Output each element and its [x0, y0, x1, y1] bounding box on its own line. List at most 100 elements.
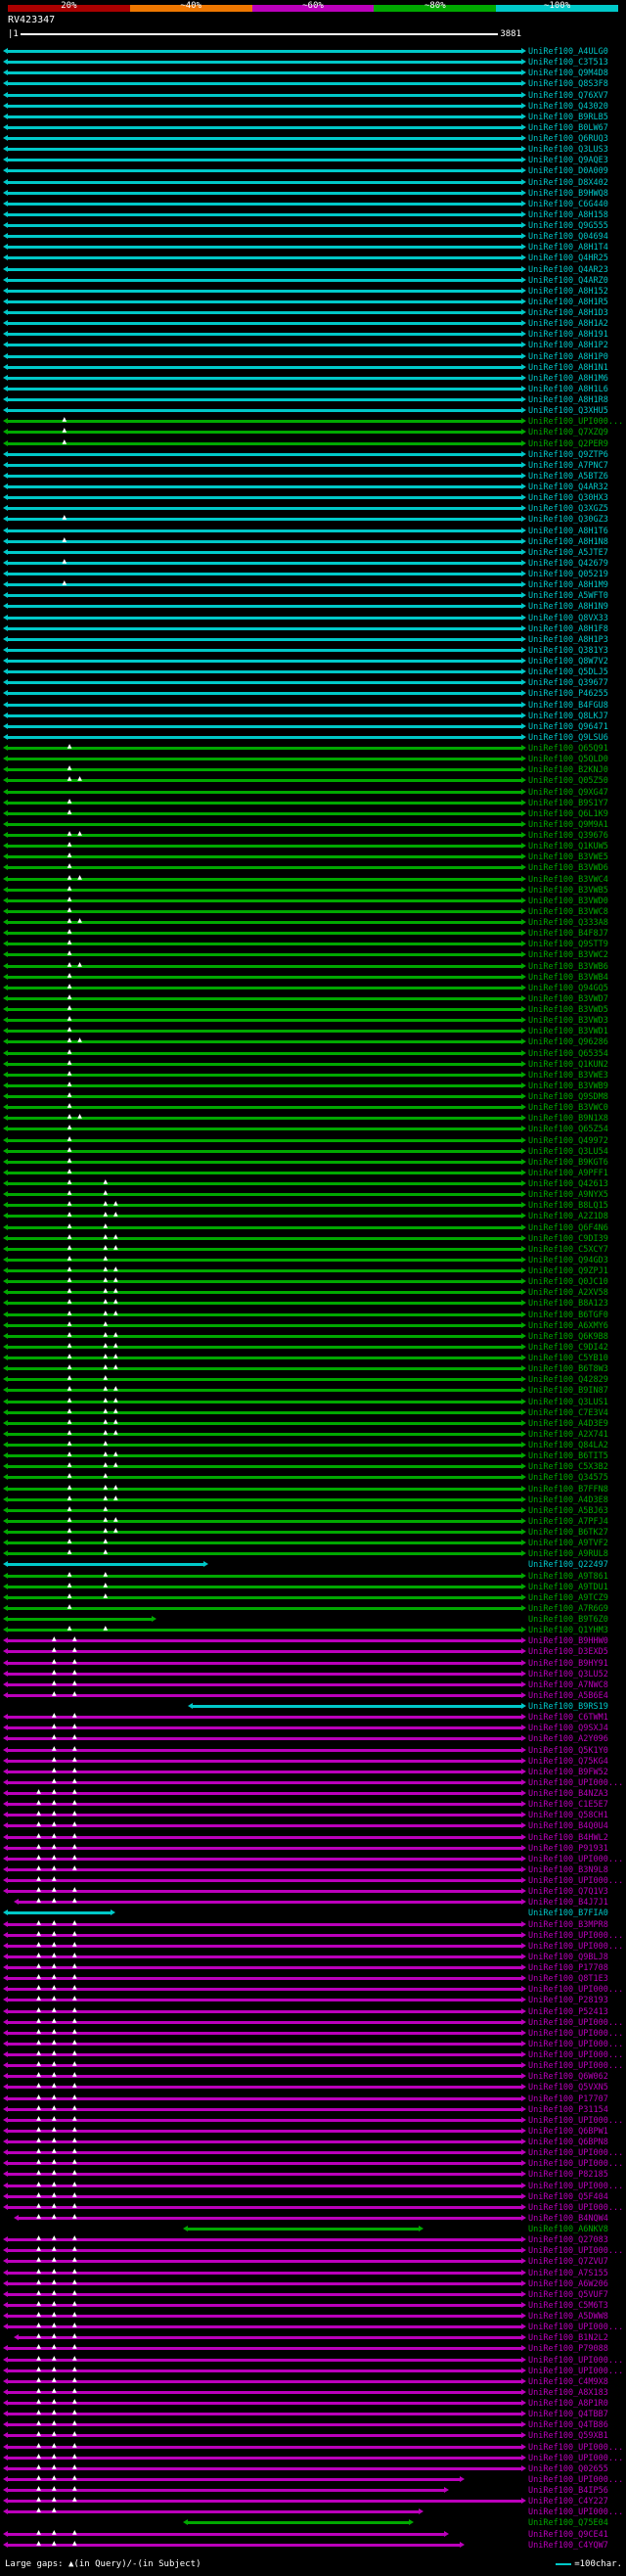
hit-label[interactable]: UniRef100_UPI000...: [528, 2029, 623, 2039]
hit-label[interactable]: UniRef100_Q5QLD0: [528, 755, 608, 764]
alignment-bar[interactable]: [3, 1757, 526, 1764]
hit-label[interactable]: UniRef100_Q42829: [528, 1375, 608, 1385]
alignment-bar[interactable]: [3, 2073, 526, 2080]
alignment-bar[interactable]: [3, 712, 526, 718]
hit-label[interactable]: UniRef100_A9TVF2: [528, 1539, 608, 1548]
hit-label[interactable]: UniRef100_B3VWC2: [528, 950, 608, 960]
alignment-bar[interactable]: [3, 2192, 526, 2199]
hit-label[interactable]: UniRef100_Q6BPW1: [528, 2127, 608, 2137]
alignment-bar[interactable]: [3, 930, 526, 937]
hit-label[interactable]: UniRef100_Q9LSU6: [528, 733, 608, 743]
hit-label[interactable]: UniRef100_Q9M9A1: [528, 820, 608, 830]
hit-label[interactable]: UniRef100_Q05219: [528, 570, 608, 579]
alignment-bar[interactable]: [3, 1365, 526, 1372]
alignment-bar[interactable]: [3, 2508, 424, 2515]
alignment-bar[interactable]: [3, 1028, 526, 1035]
alignment-bar[interactable]: [3, 429, 526, 436]
alignment-bar[interactable]: [3, 91, 526, 98]
alignment-bar[interactable]: [3, 1975, 526, 1982]
alignment-bar[interactable]: [3, 1670, 526, 1677]
alignment-bar[interactable]: [3, 1648, 526, 1655]
hit-label[interactable]: UniRef100_B6TIT5: [528, 1451, 608, 1461]
alignment-bar[interactable]: [3, 222, 526, 228]
hit-label[interactable]: UniRef100_B3VWB4: [528, 973, 608, 983]
alignment-bar[interactable]: [3, 374, 526, 381]
hit-label[interactable]: UniRef100_UPI000...: [528, 1778, 623, 1788]
alignment-bar[interactable]: [3, 1768, 526, 1774]
alignment-bar[interactable]: [3, 1049, 526, 1056]
hit-label[interactable]: UniRef100_B3VWD0: [528, 897, 608, 906]
alignment-bar[interactable]: [3, 1332, 526, 1339]
hit-label[interactable]: UniRef100_A8X183: [528, 2388, 608, 2398]
alignment-bar[interactable]: [3, 1931, 526, 1938]
hit-label[interactable]: UniRef100_B9HWQ8: [528, 189, 608, 199]
hit-label[interactable]: UniRef100_A8H1T6: [528, 527, 608, 536]
alignment-bar[interactable]: [3, 189, 526, 196]
hit-label[interactable]: UniRef100_D3EXD5: [528, 1647, 608, 1657]
alignment-bar[interactable]: [3, 450, 526, 457]
hit-label[interactable]: UniRef100_A8H1M6: [528, 374, 608, 384]
hit-label[interactable]: UniRef100_A2Z1D8: [528, 1212, 608, 1221]
alignment-bar[interactable]: [3, 363, 526, 370]
alignment-bar[interactable]: [3, 461, 526, 468]
alignment-bar[interactable]: [3, 832, 526, 838]
hit-label[interactable]: UniRef100_Q6L1K9: [528, 809, 608, 819]
alignment-bar[interactable]: [3, 1550, 526, 1557]
hit-label[interactable]: UniRef100_Q1YHM3: [528, 1626, 608, 1635]
hit-label[interactable]: UniRef100_Q9SDM8: [528, 1092, 608, 1102]
hit-label[interactable]: UniRef100_UPI000...: [528, 2050, 623, 2060]
hit-label[interactable]: UniRef100_Q6K9B8: [528, 1332, 608, 1342]
hit-label[interactable]: UniRef100_A8H1N1: [528, 363, 608, 373]
alignment-bar[interactable]: [3, 1877, 526, 1883]
alignment-bar[interactable]: [3, 157, 526, 163]
hit-label[interactable]: UniRef100_P52413: [528, 2007, 608, 2017]
hit-label[interactable]: UniRef100_B3VWE3: [528, 1071, 608, 1081]
hit-label[interactable]: UniRef100_Q8T1E3: [528, 1974, 608, 1984]
hit-label[interactable]: UniRef100_B1N2L2: [528, 2333, 608, 2343]
alignment-bar[interactable]: [3, 254, 526, 261]
alignment-bar[interactable]: [3, 2040, 526, 2047]
hit-label[interactable]: UniRef100_C4Y227: [528, 2497, 608, 2507]
hit-label[interactable]: UniRef100_UPI000...: [528, 2148, 623, 2158]
alignment-bar[interactable]: [3, 1909, 115, 1916]
alignment-bar[interactable]: [3, 559, 526, 566]
alignment-bar[interactable]: [3, 505, 526, 512]
alignment-bar[interactable]: [3, 1452, 526, 1459]
hit-label[interactable]: UniRef100_A6NKV8: [528, 2225, 608, 2234]
alignment-bar[interactable]: [3, 1659, 526, 1666]
alignment-bar[interactable]: [3, 418, 526, 425]
hit-label[interactable]: UniRef100_P17708: [528, 1963, 608, 1973]
alignment-bar[interactable]: [3, 342, 526, 348]
alignment-bar[interactable]: [3, 352, 526, 359]
alignment-bar[interactable]: [3, 1006, 526, 1012]
alignment-bar[interactable]: [3, 135, 526, 141]
hit-label[interactable]: UniRef100_B9HY91: [528, 1659, 608, 1669]
alignment-bar[interactable]: [3, 766, 526, 773]
hit-label[interactable]: UniRef100_B3VWD3: [528, 1016, 608, 1026]
alignment-bar[interactable]: [3, 123, 526, 130]
hit-label[interactable]: UniRef100_A6XMY6: [528, 1321, 608, 1331]
alignment-bar[interactable]: [3, 1191, 526, 1198]
alignment-bar[interactable]: [3, 2323, 526, 2330]
hit-label[interactable]: UniRef100_Q7XZQ9: [528, 428, 608, 437]
hit-label[interactable]: UniRef100_Q5VUF7: [528, 2290, 608, 2300]
hit-label[interactable]: UniRef100_B9IN87: [528, 1386, 608, 1396]
alignment-bar[interactable]: [3, 1115, 526, 1122]
hit-label[interactable]: UniRef100_A8H1R5: [528, 298, 608, 307]
alignment-bar[interactable]: [3, 2377, 526, 2384]
hit-label[interactable]: UniRef100_UPI000...: [528, 1942, 623, 1952]
hit-label[interactable]: UniRef100_Q22497: [528, 1560, 608, 1570]
alignment-bar[interactable]: [3, 287, 526, 294]
alignment-bar[interactable]: [3, 548, 526, 555]
alignment-bar[interactable]: [3, 1474, 526, 1481]
hit-label[interactable]: UniRef100_Q75KG4: [528, 1757, 608, 1767]
hit-label[interactable]: UniRef100_Q7ZVU7: [528, 2257, 608, 2267]
hit-label[interactable]: UniRef100_P91931: [528, 1844, 608, 1854]
alignment-bar[interactable]: [3, 1104, 526, 1111]
hit-label[interactable]: UniRef100_Q9ZTP6: [528, 450, 608, 460]
alignment-bar[interactable]: [3, 962, 526, 969]
hit-label[interactable]: UniRef100_Q42679: [528, 559, 608, 569]
hit-label[interactable]: UniRef100_B3VWE5: [528, 852, 608, 862]
hit-label[interactable]: UniRef100_Q8S3F8: [528, 79, 608, 89]
hit-label[interactable]: UniRef100_C5M6T3: [528, 2301, 608, 2311]
